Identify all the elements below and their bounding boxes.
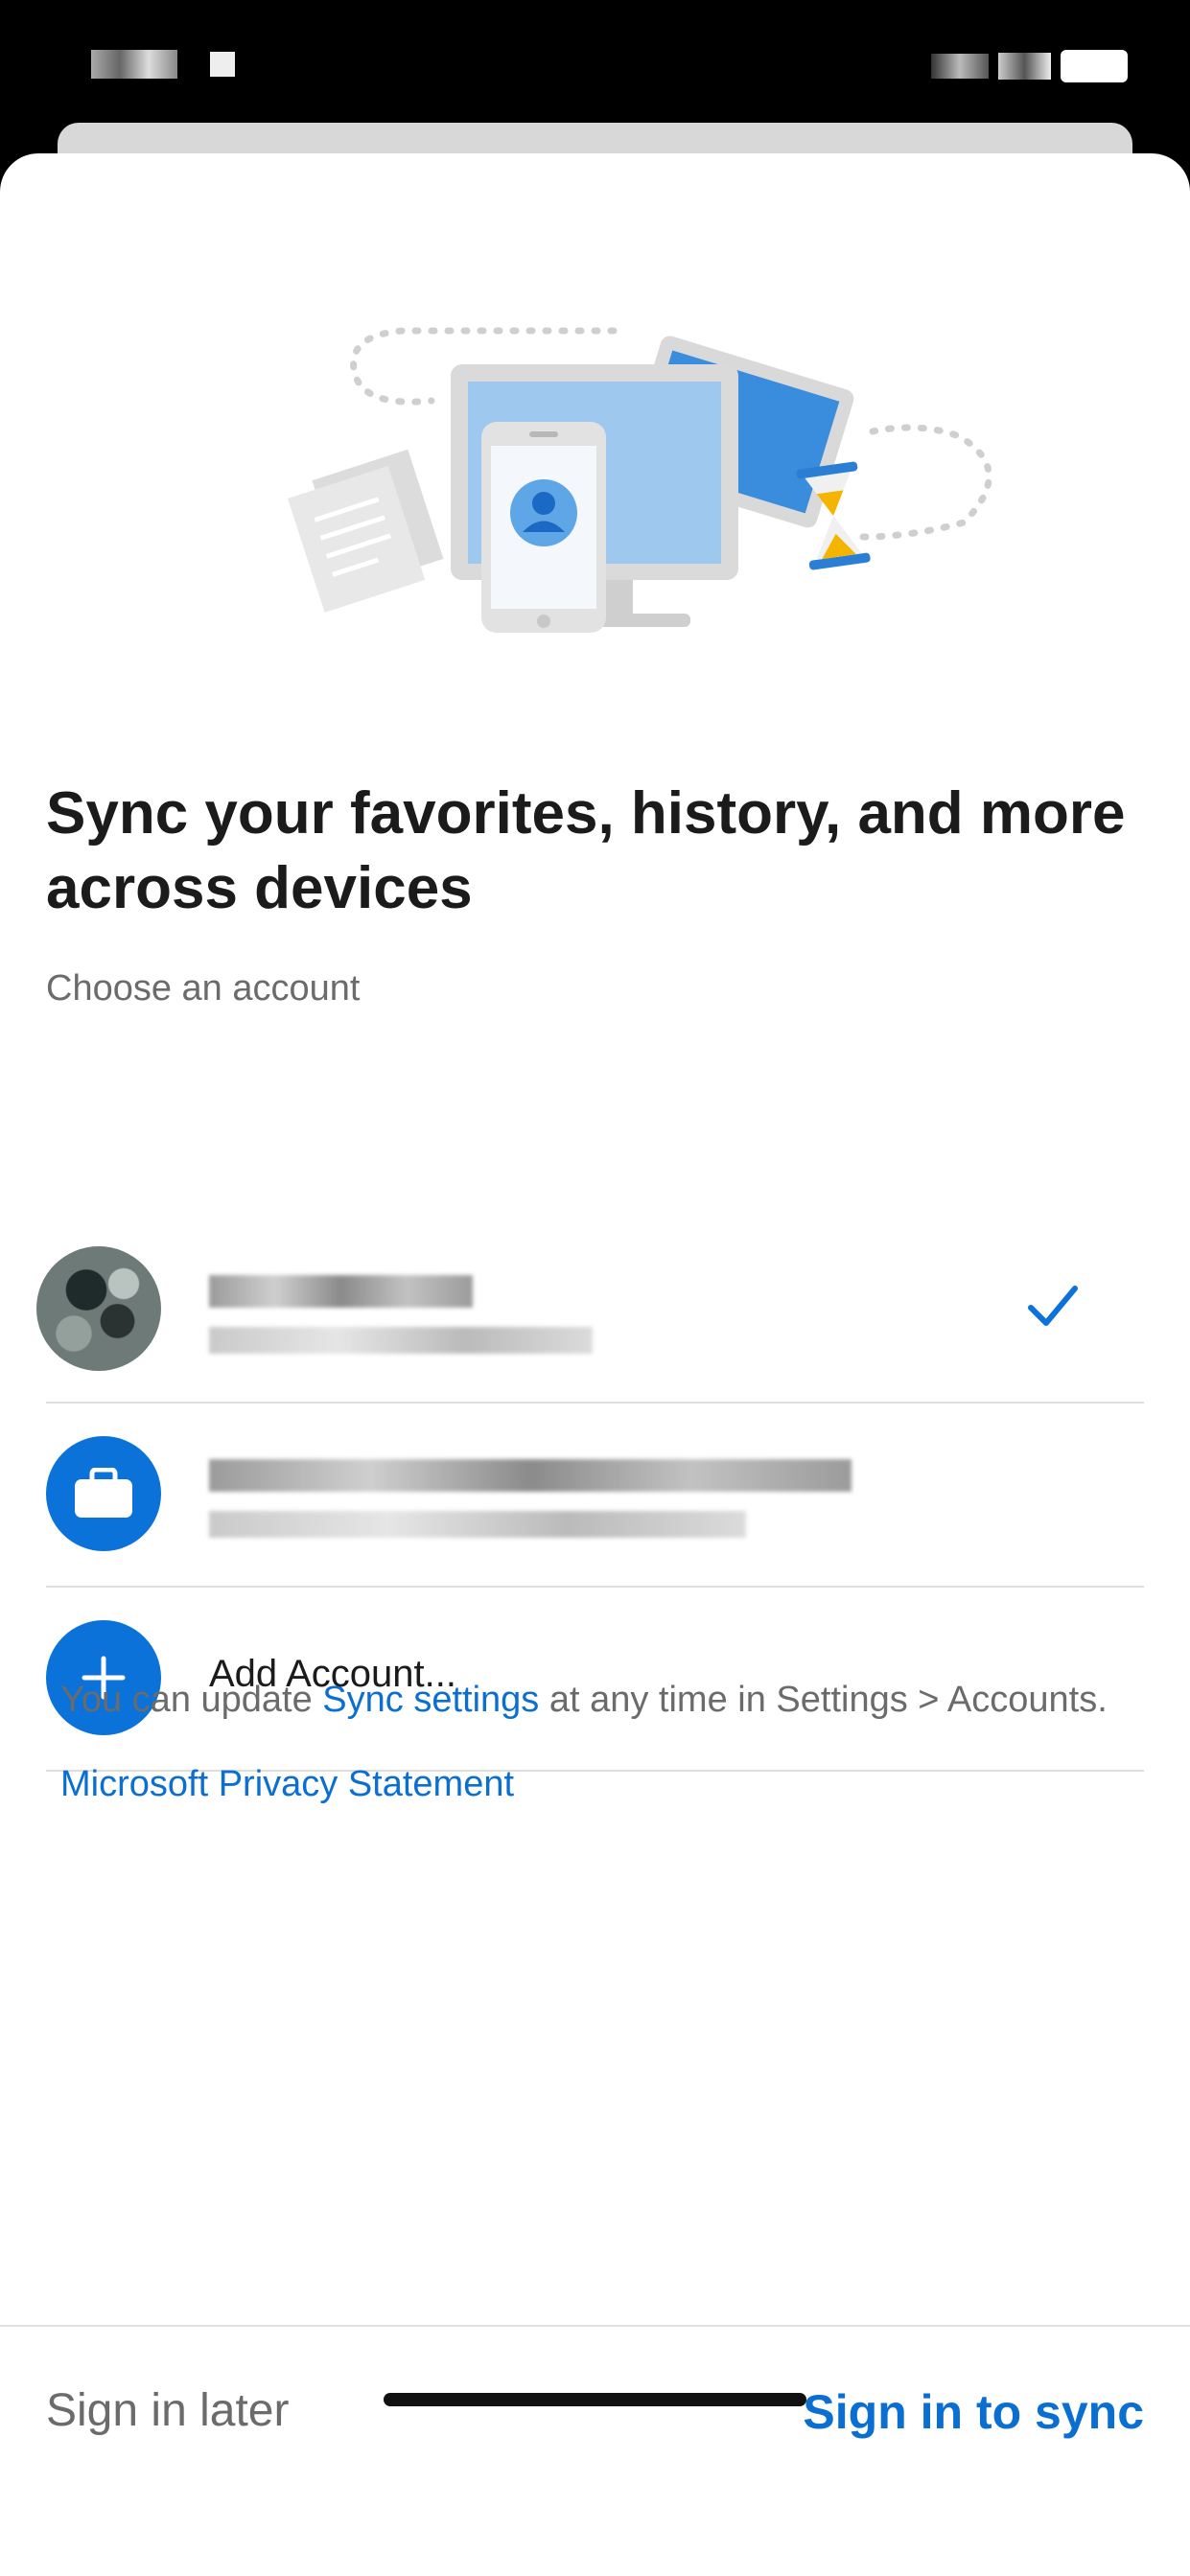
location-icon (210, 52, 235, 77)
home-indicator[interactable] (384, 2393, 806, 2406)
work-account-avatar (46, 1436, 161, 1551)
sign-in-to-sync-button[interactable]: Sign in to sync (803, 2384, 1144, 2440)
status-indicators (931, 50, 1128, 82)
note-prefix: You can update (60, 1680, 323, 1720)
wifi-icon (998, 53, 1051, 80)
signal-icon (931, 54, 989, 79)
briefcase-icon (75, 1468, 132, 1518)
time-pixelated (91, 50, 177, 79)
account-name-redacted (209, 1275, 473, 1308)
account-item-work[interactable] (46, 1402, 1144, 1588)
page-title: Sync your favorites, history, and more a… (46, 780, 1126, 921)
devices-sync-illustration (288, 327, 992, 633)
footer-bar: Sign in later Sign in to sync (0, 2325, 1190, 2576)
sync-sheet: Sync your favorites, history, and more a… (0, 153, 1190, 2576)
account-email-redacted (209, 1511, 746, 1538)
choose-account-label: Choose an account (46, 968, 361, 1009)
sign-in-later-button[interactable]: Sign in later (46, 2384, 289, 2437)
note-suffix: at any time in Settings > Accounts. (539, 1680, 1108, 1720)
account-email-redacted (209, 1327, 593, 1354)
sync-settings-link[interactable]: Sync settings (322, 1680, 539, 1720)
battery-icon (1061, 50, 1128, 82)
checkmark-icon (1028, 1286, 1078, 1326)
status-time (91, 50, 235, 79)
profile-photo-avatar (36, 1246, 161, 1371)
sync-settings-note: You can update Sync settings at any time… (60, 1678, 1115, 1723)
account-item-personal[interactable] (36, 1218, 1144, 1404)
privacy-statement-link[interactable]: Microsoft Privacy Statement (60, 1764, 514, 1805)
account-name-redacted (209, 1459, 852, 1492)
